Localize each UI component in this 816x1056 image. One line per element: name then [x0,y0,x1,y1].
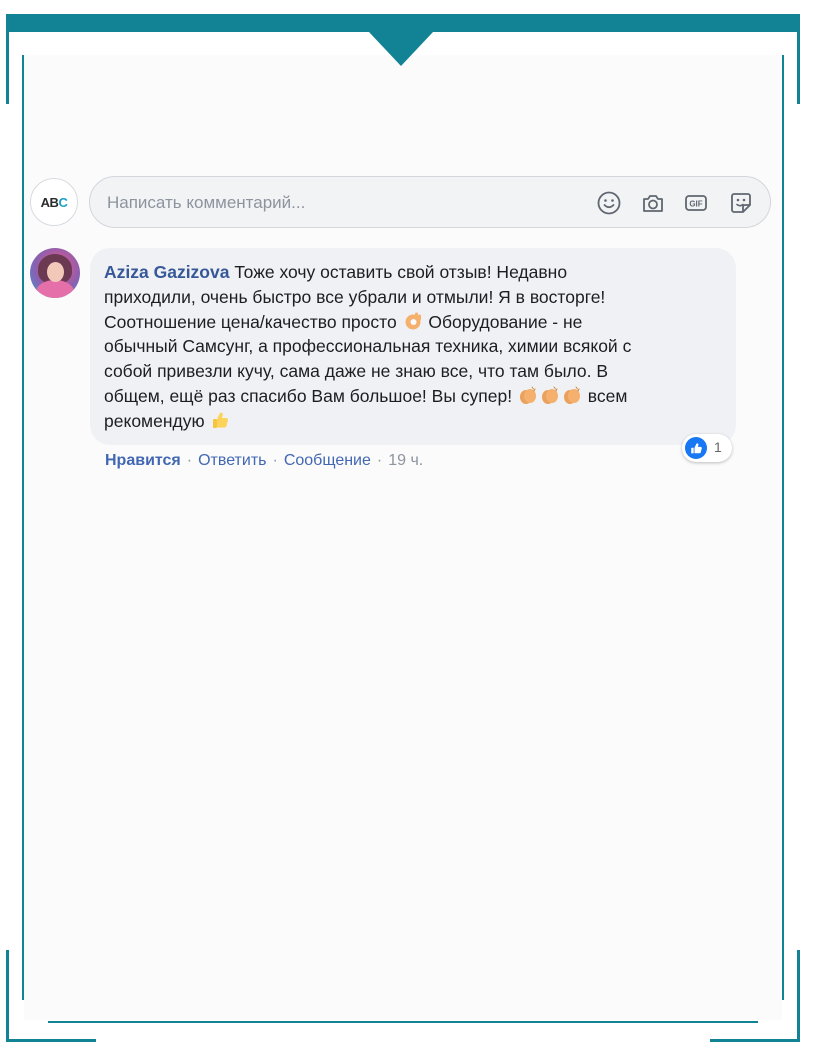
frame-right-bottom-line [797,950,800,1042]
comment-timestamp[interactable]: 19 ч. [388,452,423,469]
clap-emoji-group [517,386,583,406]
sticker-icon[interactable] [728,190,754,216]
reply-link[interactable]: Ответить [198,452,266,469]
clapping-hands-emoji [518,385,538,405]
comment-input-placeholder: Написать комментарий... [107,193,306,212]
frame-bottom-inner-line [48,1021,758,1023]
separator: · [272,452,278,469]
frame-notch [369,32,433,66]
reaction-count: 1 [714,439,722,455]
frame-left-top-line [6,14,9,104]
svg-text:GIF: GIF [689,200,702,209]
page-logo: ABC [40,194,68,210]
comment-author-link[interactable]: Aziza Gazizova [104,262,229,282]
separator: · [376,452,383,469]
comment-actions: Нравится · Ответить · Сообщение · 19 ч. [105,452,423,470]
gif-icon[interactable]: GIF [683,190,709,216]
separator: · [186,452,193,469]
like-link[interactable]: Нравится [105,452,181,469]
frame-left-bottom-line [6,950,9,1042]
frame-bottom-right-line [710,1039,800,1042]
frame-bottom-left-line [6,1039,96,1042]
ok-hand-emoji [403,311,423,331]
frame-right-inner-line [782,55,784,1000]
like-reaction-icon [685,437,707,459]
message-link[interactable]: Сообщение [284,452,371,469]
comment-text: Aziza Gazizova Тоже хочу оставить свой о… [104,260,722,434]
camera-icon[interactable] [640,190,666,216]
comment-input[interactable]: Написать комментарий... GIF [89,176,771,228]
clapping-hands-emoji [562,385,582,405]
frame-top-bar [6,14,800,32]
clapping-hands-emoji [540,385,560,405]
reaction-count-pill[interactable]: 1 [682,434,732,462]
thumbs-up-emoji [210,410,230,430]
smile-icon[interactable] [596,190,622,216]
frame-left-inner-line [22,55,24,1000]
comment-bubble: Aziza Gazizova Тоже хочу оставить свой о… [90,248,736,445]
frame-right-top-line [797,14,800,104]
user-avatar[interactable] [30,248,80,298]
page-avatar[interactable]: ABC [30,178,78,226]
